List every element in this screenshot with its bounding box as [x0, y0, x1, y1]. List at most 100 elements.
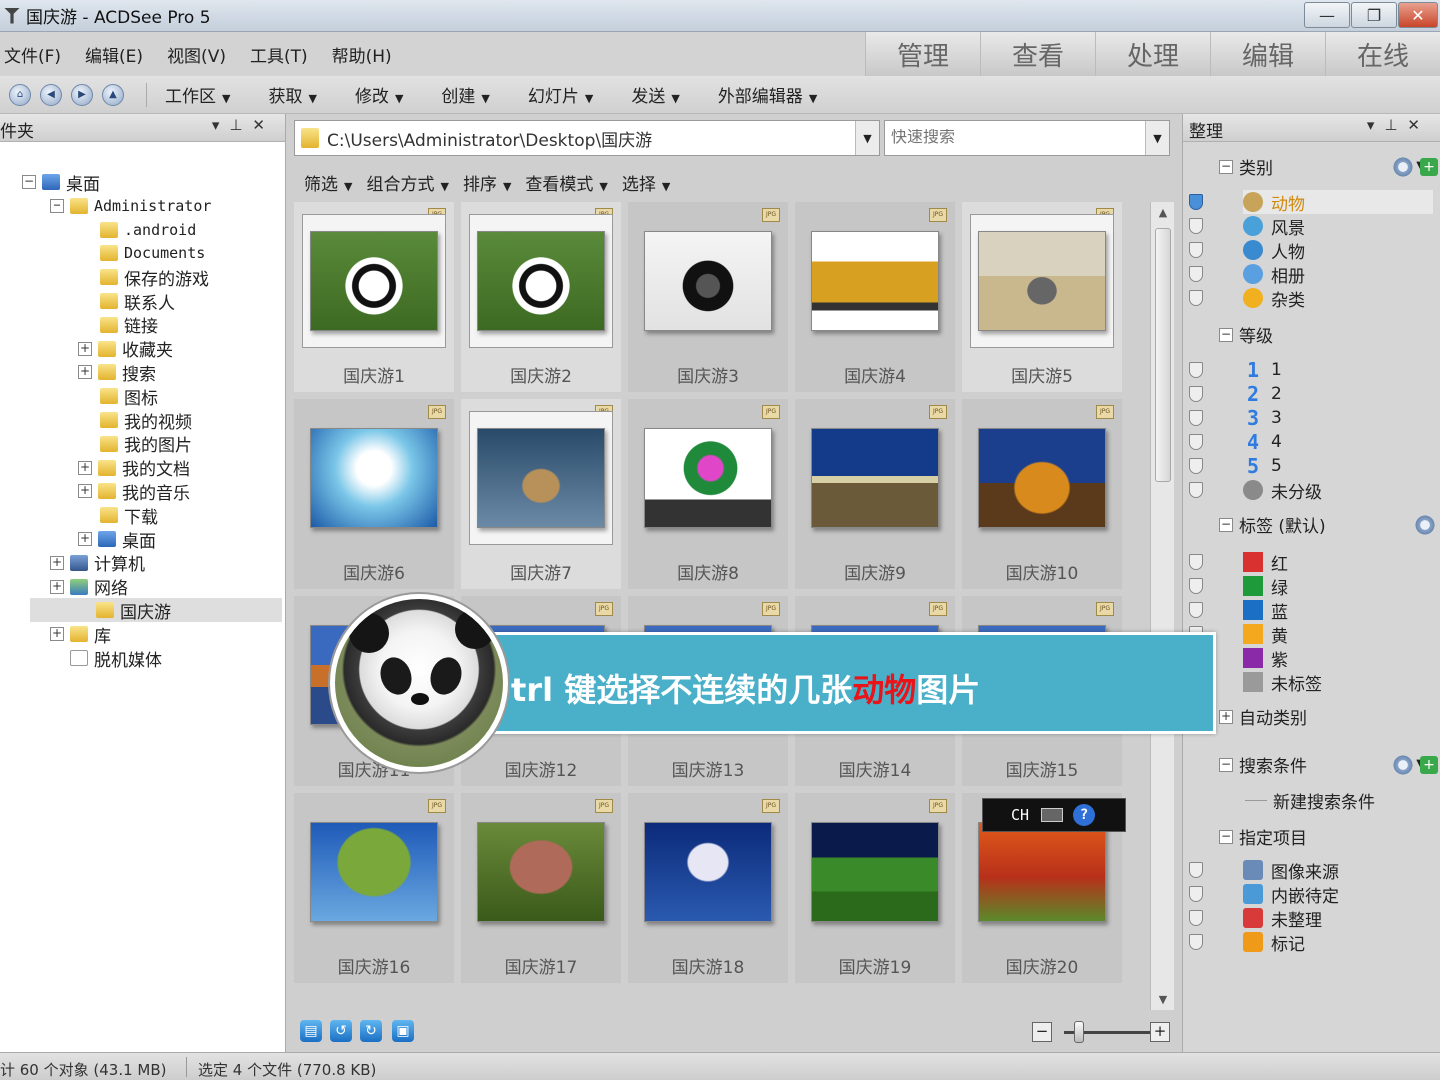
menu-help[interactable]: 帮助(H)	[332, 42, 392, 67]
expand-icon[interactable]: +	[50, 579, 64, 594]
maximize-button[interactable]: ❐	[1351, 2, 1397, 28]
auto-categories-section-header[interactable]: + 自动类别	[1219, 704, 1307, 729]
folder-tree-item[interactable]: + 库	[50, 622, 111, 647]
label-item[interactable]: 蓝	[1243, 598, 1288, 623]
folder-tree-item[interactable]: + 收藏夹	[78, 337, 173, 361]
label-item[interactable]: 未标签	[1243, 670, 1322, 695]
rating-item[interactable]: 33	[1243, 406, 1282, 430]
help-icon[interactable]: ?	[1073, 804, 1096, 826]
menu-edit[interactable]: 编辑(E)	[85, 42, 143, 67]
thumbnail-tile[interactable]: JPG 国庆游18	[628, 793, 788, 983]
menu-view[interactable]: 视图(V)	[167, 42, 226, 67]
folder-tree-item[interactable]: + 搜索	[78, 360, 156, 385]
thumbnail-tile[interactable]: JPG 国庆游8	[628, 399, 788, 589]
category-item[interactable]: 风景	[1243, 214, 1305, 239]
folder-tree-item[interactable]: 联系人	[80, 289, 175, 314]
folder-tree-item[interactable]: 保存的游戏	[80, 265, 209, 290]
folder-tree-item[interactable]: 脱机媒体	[50, 646, 162, 671]
rating-item[interactable]: 44	[1243, 430, 1282, 454]
send-button[interactable]: 发送 ▼	[631, 82, 679, 107]
zoom-slider-handle[interactable]	[1074, 1021, 1084, 1043]
special-items-section-header[interactable]: − 指定项目	[1219, 824, 1307, 849]
folder-tree-item[interactable]: + 我的文档	[78, 456, 190, 480]
thumbnail-tile[interactable]: JPG国庆游2	[461, 202, 621, 392]
expand-icon[interactable]: +	[50, 555, 64, 570]
folder-tree-item[interactable]: 我的图片	[80, 432, 192, 456]
expand-icon[interactable]: +	[78, 341, 92, 356]
rating-item[interactable]: 55	[1243, 454, 1282, 478]
rating-item[interactable]: 11	[1243, 358, 1282, 382]
sort-button[interactable]: 排序 ▼	[463, 170, 511, 195]
category-item[interactable]: 相册	[1243, 262, 1305, 287]
rating-item[interactable]: 22	[1243, 382, 1282, 406]
folder-tree-item[interactable]: 链接	[80, 313, 158, 337]
shield-icon[interactable]	[1189, 194, 1203, 210]
search-dropdown-button[interactable]: ▼	[1145, 121, 1169, 155]
category-item[interactable]: 人物	[1243, 238, 1305, 263]
shield-icon[interactable]	[1189, 910, 1203, 926]
tab-process[interactable]: 处理	[1095, 32, 1210, 76]
back-icon[interactable]: ◀	[40, 83, 62, 106]
labels-gear-icon[interactable]	[1414, 514, 1436, 536]
category-item[interactable]: 杂类	[1243, 286, 1305, 311]
new-search-criteria[interactable]: 新建搜索条件	[1245, 788, 1375, 813]
search-criteria-gear-icon[interactable]	[1392, 754, 1414, 776]
panel-controls[interactable]: ▾⊥✕	[212, 116, 275, 134]
thumbnail-tile[interactable]: JPG 国庆游9	[795, 399, 955, 589]
path-dropdown-button[interactable]: ▼	[855, 121, 879, 155]
shield-icon[interactable]	[1189, 242, 1203, 258]
folder-tree-item[interactable]: Documents	[80, 241, 205, 265]
shield-icon[interactable]	[1189, 386, 1203, 402]
scroll-up-icon[interactable]: ▲	[1151, 206, 1175, 219]
thumbnail-tile[interactable]: JPG 国庆游19	[795, 793, 955, 983]
categories-gear-icon[interactable]	[1392, 156, 1414, 178]
expand-icon[interactable]: +	[78, 460, 92, 475]
select-button[interactable]: 选择 ▼	[622, 170, 670, 195]
folder-tree-item[interactable]: + 网络	[50, 575, 128, 599]
shield-icon[interactable]	[1189, 218, 1203, 234]
keyboard-icon[interactable]	[1041, 808, 1064, 822]
add-search-criteria-icon[interactable]: +	[1420, 756, 1438, 774]
expand-icon[interactable]: +	[50, 627, 64, 642]
shield-icon[interactable]	[1189, 862, 1203, 878]
shield-icon[interactable]	[1189, 410, 1203, 426]
rotate-left-icon[interactable]: ↺	[330, 1020, 352, 1042]
thumbnail-tile[interactable]: JPG 国庆游6	[294, 399, 454, 589]
label-item[interactable]: 绿	[1243, 574, 1288, 599]
expand-icon[interactable]: +	[78, 484, 92, 499]
ratings-section-header[interactable]: − 等级	[1219, 322, 1273, 347]
shield-icon[interactable]	[1189, 554, 1203, 570]
tab-manage[interactable]: 管理	[865, 32, 980, 76]
special-item[interactable]: 未整理	[1243, 906, 1322, 931]
menu-file[interactable]: 文件(F)	[4, 42, 61, 67]
folder-tree-item[interactable]: − 桌面	[22, 170, 100, 195]
thumbnail-tile[interactable]: JPG 国庆游10	[962, 399, 1122, 589]
collapse-icon[interactable]: −	[22, 175, 36, 189]
minimize-button[interactable]: —	[1304, 2, 1350, 28]
acquire-button[interactable]: 获取 ▼	[268, 82, 316, 107]
up-icon[interactable]: ▲	[102, 83, 124, 106]
workspace-button[interactable]: 工作区 ▼	[165, 82, 230, 107]
shield-icon[interactable]	[1189, 578, 1203, 594]
folder-tree-item[interactable]: 国庆游	[30, 598, 282, 623]
collapse-icon[interactable]: −	[50, 198, 64, 213]
label-item[interactable]: 黄	[1243, 622, 1288, 647]
thumbnail-tile[interactable]: JPG 国庆游4	[795, 202, 955, 392]
view-mode-button[interactable]: 查看模式 ▼	[525, 170, 607, 195]
shield-icon[interactable]	[1189, 482, 1203, 498]
folder-tree-item[interactable]: + 桌面	[78, 527, 156, 552]
external-editor-button[interactable]: 外部编辑器 ▼	[718, 82, 817, 107]
close-button[interactable]: ✕	[1398, 2, 1438, 28]
quick-search-input[interactable]	[891, 129, 1131, 147]
forward-icon[interactable]: ▶	[71, 83, 93, 106]
menu-tools[interactable]: 工具(T)	[250, 42, 308, 67]
shield-icon[interactable]	[1189, 266, 1203, 282]
thumbnail-tile[interactable]: JPG国庆游5	[962, 202, 1122, 392]
zoom-out-button[interactable]: −	[1032, 1022, 1052, 1042]
shield-icon[interactable]	[1189, 934, 1203, 950]
folder-tree-item[interactable]: 图标	[80, 384, 158, 409]
special-item[interactable]: 标记	[1243, 930, 1305, 955]
shield-icon[interactable]	[1189, 290, 1203, 306]
panel-controls[interactable]: ▾⊥✕	[1367, 116, 1430, 134]
shield-icon[interactable]	[1189, 434, 1203, 450]
